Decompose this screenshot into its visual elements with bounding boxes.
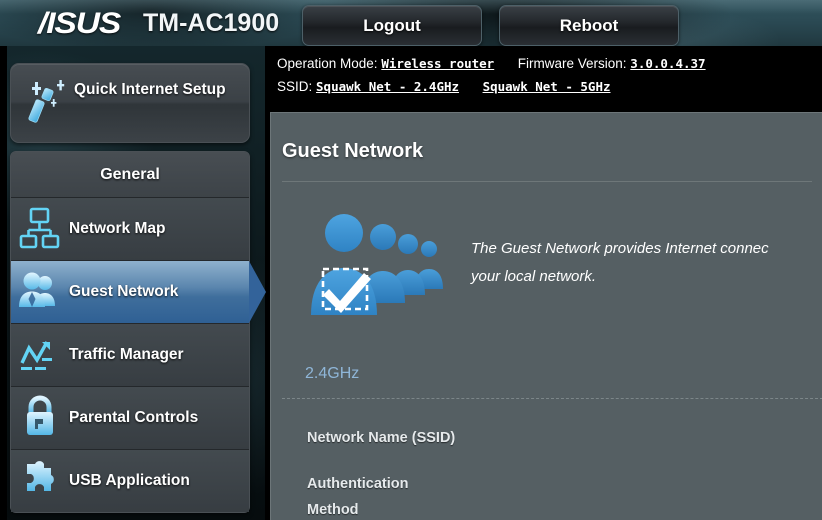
operation-mode-value[interactable]: Wireless router (381, 56, 494, 71)
active-item-pointer (249, 261, 266, 323)
auth-label-line-1: Authentication (307, 471, 467, 497)
quick-internet-setup-button[interactable]: Quick Internet Setup (10, 63, 250, 143)
puzzle-icon (11, 450, 69, 512)
field-label-network-name: Network Name (SSID) (307, 425, 455, 451)
sidebar-label-usb-application: USB Application (69, 472, 190, 490)
sidebar-item-traffic-manager[interactable]: Traffic Manager (11, 324, 249, 387)
sidebar-menu: General Network Map (10, 151, 250, 513)
page-title: Guest Network (282, 140, 423, 163)
menu-section-general: General (11, 152, 249, 198)
status-line-mode-firmware: Operation Mode: Wireless router Firmware… (277, 56, 706, 71)
network-map-icon (11, 198, 69, 260)
operation-mode-label: Operation Mode: (277, 56, 378, 71)
sidebar-label-guest-network: Guest Network (69, 283, 178, 301)
status-line-ssid: SSID: Squawk Net - 2.4GHz Squawk Net - 5… (277, 79, 611, 94)
asus-logo: /ISUS (38, 7, 120, 41)
lock-icon (11, 387, 69, 449)
title-divider (282, 181, 812, 182)
sidebar-label-traffic-manager: Traffic Manager (69, 346, 184, 364)
users-icon (11, 261, 69, 323)
router-model-name: TM-AC1900 (143, 9, 279, 38)
ssid-5ghz-value[interactable]: Squawk Net - 5GHz (483, 79, 611, 94)
sidebar-item-guest-network[interactable]: Guest Network (11, 261, 249, 324)
guest-network-description: The Guest Network provides Internet conn… (471, 235, 822, 291)
field-label-authentication-method: Authentication Method (307, 471, 467, 520)
sidebar-item-parental-controls[interactable]: Parental Controls (11, 387, 249, 450)
ssid-label: SSID: (277, 79, 312, 94)
sidebar-item-network-map[interactable]: Network Map (11, 198, 249, 261)
main-content-panel: Guest Network (270, 112, 822, 520)
window-left-border (0, 46, 7, 520)
ssid-24ghz-value[interactable]: Squawk Net - 2.4GHz (316, 79, 459, 94)
description-line-1: The Guest Network provides Internet conn… (471, 235, 822, 263)
magic-wand-icon (27, 80, 71, 126)
traffic-chart-icon (11, 324, 69, 386)
sidebar-label-parental-controls: Parental Controls (69, 409, 198, 427)
logout-button[interactable]: Logout (302, 5, 482, 46)
status-bar: Operation Mode: Wireless router Firmware… (265, 46, 822, 110)
band-section-title-24ghz: 2.4GHz (305, 365, 359, 383)
router-admin-window: /ISUS TM-AC1900 Logout Reboot Operation … (0, 0, 822, 520)
auth-label-line-2: Method (307, 497, 467, 520)
guest-network-illustration-icon (303, 211, 455, 329)
quick-internet-setup-label: Quick Internet Setup (74, 80, 239, 100)
firmware-label: Firmware Version: (518, 56, 627, 71)
reboot-button[interactable]: Reboot (499, 5, 679, 46)
firmware-value[interactable]: 3.0.0.4.37 (630, 56, 705, 71)
description-line-2: your local network. (471, 263, 822, 291)
sidebar-label-network-map: Network Map (69, 220, 165, 238)
top-header-bar: /ISUS TM-AC1900 Logout Reboot (0, 0, 822, 46)
sidebar-item-usb-application[interactable]: USB Application (11, 450, 249, 512)
band-section-divider (282, 398, 822, 399)
